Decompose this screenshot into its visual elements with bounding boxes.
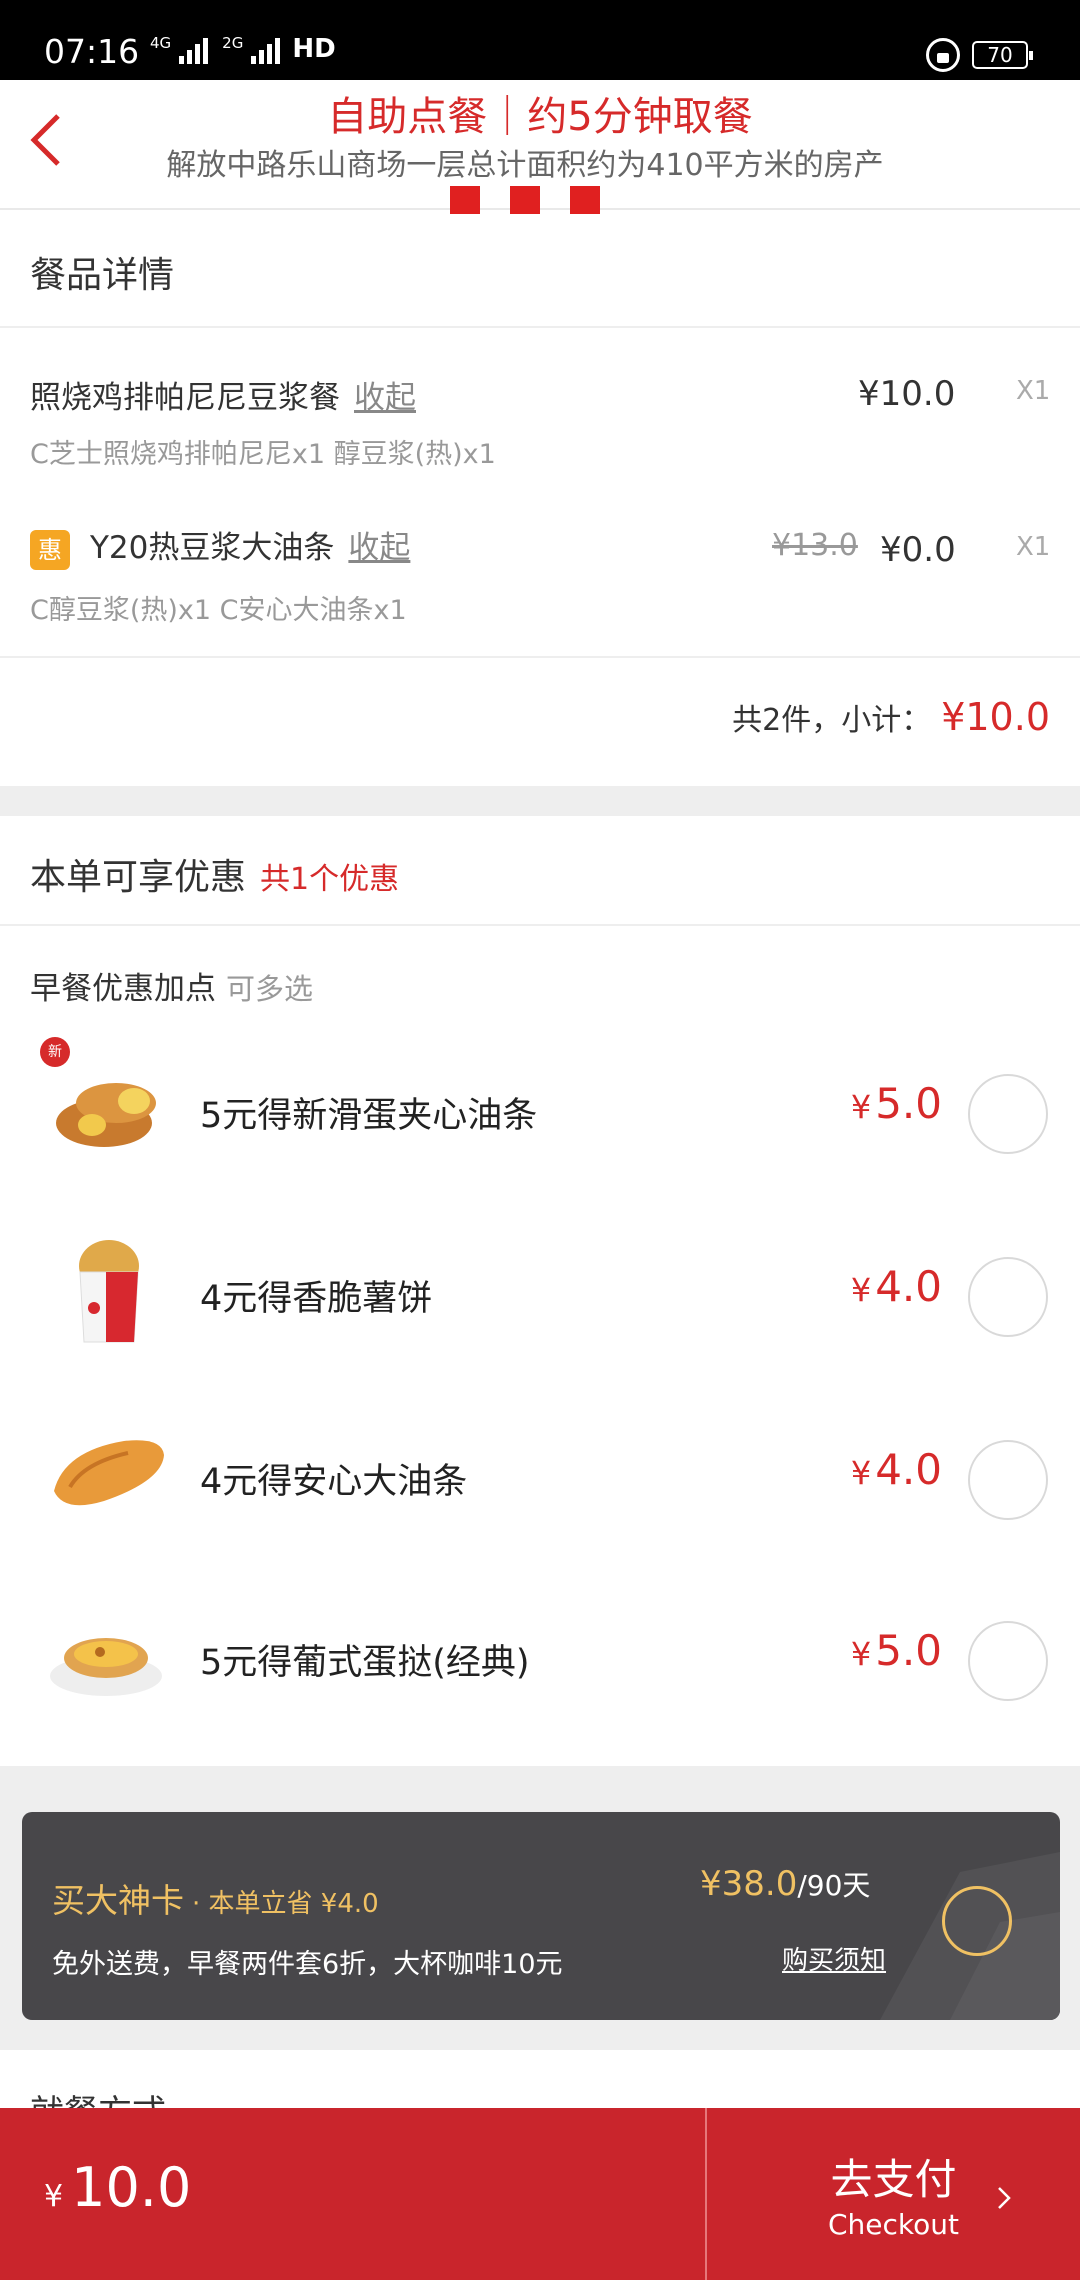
addon-label: 5元得新滑蛋夹心油条: [200, 1096, 538, 1136]
checkout-bar: ¥10.0 去支付 Checkout: [0, 2108, 1080, 2280]
card-name: 买大神卡: [52, 1881, 184, 1920]
meal-item-2: 惠 Y20热豆浆大油条 收起: [30, 522, 410, 570]
subtotal-value: ¥10.0: [941, 695, 1050, 739]
new-badge: 新: [40, 1037, 70, 1067]
yen-symbol: ¥: [850, 1635, 872, 1673]
addon-price-value: 5.0: [875, 1626, 942, 1675]
loading-dots: [450, 186, 600, 214]
order-total: ¥10.0: [44, 2156, 191, 2219]
addon-group-label: 早餐优惠加点: [30, 971, 216, 1007]
meal-item-detail: C芝士照烧鸡排帕尼尼x1 醇豆浆(热)x1: [30, 439, 496, 470]
divider: [0, 656, 1080, 658]
addon-group-title: 早餐优惠加点 可多选: [30, 963, 313, 1008]
card-benefits: 免外送费，早餐两件套6折，大杯咖啡10元: [52, 1949, 563, 1980]
divider: [0, 326, 1080, 328]
egg-tart-thumbnail: [50, 1638, 162, 1696]
subtotal: 共2件，小计： ¥10.0: [732, 695, 1050, 739]
checkout-button[interactable]: 去支付 Checkout: [707, 2108, 1080, 2280]
addon-price-value: 4.0: [875, 1445, 942, 1494]
hash-brown-thumbnail: [79, 1240, 139, 1343]
card-price: ¥38.0/90天: [700, 1864, 870, 1904]
subtotal-label: 共2件，小计：: [732, 703, 932, 738]
rotation-lock-icon: [926, 38, 960, 72]
status-time: 07:16: [44, 32, 140, 71]
meal-item-1: 照烧鸡排帕尼尼豆浆餐 收起: [30, 372, 416, 417]
youtiao-thumbnail: [54, 1440, 164, 1506]
network-2g-label: 2G: [222, 34, 244, 52]
network-4g-label: 4G: [150, 34, 172, 52]
promotions-count: 共1个优惠: [260, 862, 400, 897]
meal-item-price: ¥10.0: [858, 374, 956, 414]
yen-symbol: ¥: [850, 1454, 872, 1492]
checkout-label-en: Checkout: [828, 2208, 959, 2241]
page-header: 自助点餐｜约5分钟取餐 解放中路乐山商场一层总计面积约为410平方米的房产: [0, 80, 1080, 214]
meal-item-name: Y20热豆浆大油条: [90, 530, 335, 566]
store-address: 解放中路乐山商场一层总计面积约为410平方米的房产: [166, 148, 884, 183]
chevron-right-icon: [998, 2187, 1011, 2209]
addon-price: ¥5.0: [851, 1626, 942, 1675]
yen-symbol: ¥: [44, 2179, 64, 2214]
card-price-value: ¥38.0: [700, 1864, 798, 1904]
hd-label: HD: [292, 34, 336, 64]
yen-symbol: ¥: [850, 1271, 872, 1309]
addon-item[interactable]: 4元得安心大油条 ¥4.0: [0, 1411, 1080, 1561]
yen-symbol: ¥: [850, 1088, 872, 1126]
meal-item-price: ¥0.0: [880, 530, 956, 570]
addon-price: ¥4.0: [851, 1262, 942, 1311]
promotions-title: 本单可享优惠 共1个优惠: [30, 848, 399, 900]
addon-multi-hint: 可多选: [226, 972, 314, 1006]
addon-item[interactable]: 5元得葡式蛋挞(经典) ¥5.0: [0, 1592, 1080, 1742]
collapse-link[interactable]: 收起: [348, 530, 410, 566]
meal-item-name: 照烧鸡排帕尼尼豆浆餐: [30, 380, 340, 416]
promotions-heading: 本单可享优惠: [30, 857, 247, 898]
addon-price-value: 5.0: [875, 1079, 942, 1128]
addon-item[interactable]: 4元得香脆薯饼 ¥4.0: [0, 1228, 1080, 1378]
addon-price: ¥5.0: [851, 1079, 942, 1128]
status-bar: 07:16 4G 2G HD 70: [0, 0, 1080, 80]
checkout-label-cn: 去支付: [830, 2155, 957, 2204]
original-price: ¥13.0: [772, 528, 858, 563]
battery-icon: 70: [972, 41, 1033, 69]
card-saving: · 本单立省 ¥4.0: [192, 1889, 379, 1919]
addon-select-radio[interactable]: [968, 1621, 1048, 1701]
section-separator: [0, 786, 1080, 816]
addon-label: 4元得香脆薯饼: [200, 1279, 433, 1319]
page-title: 自助点餐｜约5分钟取餐: [327, 94, 753, 140]
member-card-offer[interactable]: 买大神卡 · 本单立省 ¥4.0 免外送费，早餐两件套6折，大杯咖啡10元 ¥38…: [22, 1812, 1060, 2020]
signal-icon: [179, 36, 209, 64]
addon-label: 4元得安心大油条: [200, 1462, 468, 1502]
addon-select-radio[interactable]: [968, 1257, 1048, 1337]
collapse-link[interactable]: 收起: [354, 380, 416, 416]
addon-price: ¥4.0: [851, 1445, 942, 1494]
addon-label: 5元得葡式蛋挞(经典): [200, 1643, 530, 1683]
signal-icon-2: [251, 36, 281, 64]
egg-fritter-thumbnail: [56, 1083, 156, 1147]
addon-price-value: 4.0: [875, 1262, 942, 1311]
order-total-value: 10.0: [71, 2156, 192, 2219]
meal-details-title: 餐品详情: [30, 255, 175, 296]
addon-select-radio[interactable]: [968, 1074, 1048, 1154]
member-card-title: 买大神卡 · 本单立省 ¥4.0: [52, 1874, 379, 1922]
purchase-notice-link[interactable]: 购买须知: [782, 1940, 886, 1977]
card-select-radio[interactable]: [942, 1886, 1012, 1956]
addon-item[interactable]: 新 5元得新滑蛋夹心油条 ¥5.0: [0, 1037, 1080, 1195]
meal-item-qty: X1: [1016, 532, 1051, 562]
card-period: /90天: [797, 1869, 871, 1902]
meal-item-detail: C醇豆浆(热)x1 C安心大油条x1: [30, 595, 407, 626]
discount-badge: 惠: [30, 529, 70, 570]
divider: [0, 924, 1080, 926]
network-indicator: 4G 2G HD: [150, 34, 336, 64]
meal-item-qty: X1: [1016, 376, 1051, 406]
addon-select-radio[interactable]: [968, 1440, 1048, 1520]
